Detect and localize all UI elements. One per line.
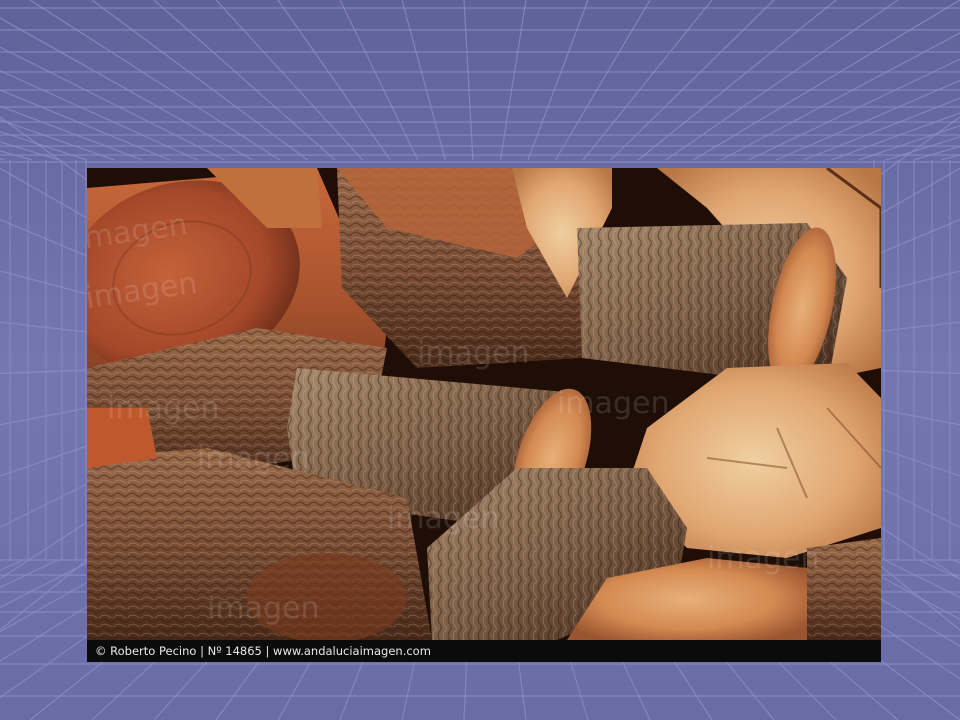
- svg-text:imagen: imagen: [417, 336, 529, 371]
- svg-text:imagen: imagen: [707, 541, 819, 576]
- firewood-logs-image: imagen imagen imagen imagen imagen image…: [87, 168, 881, 640]
- svg-text:imagen: imagen: [207, 591, 319, 626]
- svg-text:imagen: imagen: [107, 391, 219, 426]
- photo-credit-caption: © Roberto Pecino | Nº 14865 | www.andalu…: [87, 640, 881, 662]
- firewood-photo: imagen imagen imagen imagen imagen image…: [87, 168, 881, 662]
- photo-credit-text: © Roberto Pecino | Nº 14865 | www.andalu…: [95, 644, 431, 658]
- svg-text:imagen: imagen: [387, 501, 499, 536]
- svg-text:imagen: imagen: [197, 441, 309, 476]
- svg-text:imagen: imagen: [557, 386, 669, 421]
